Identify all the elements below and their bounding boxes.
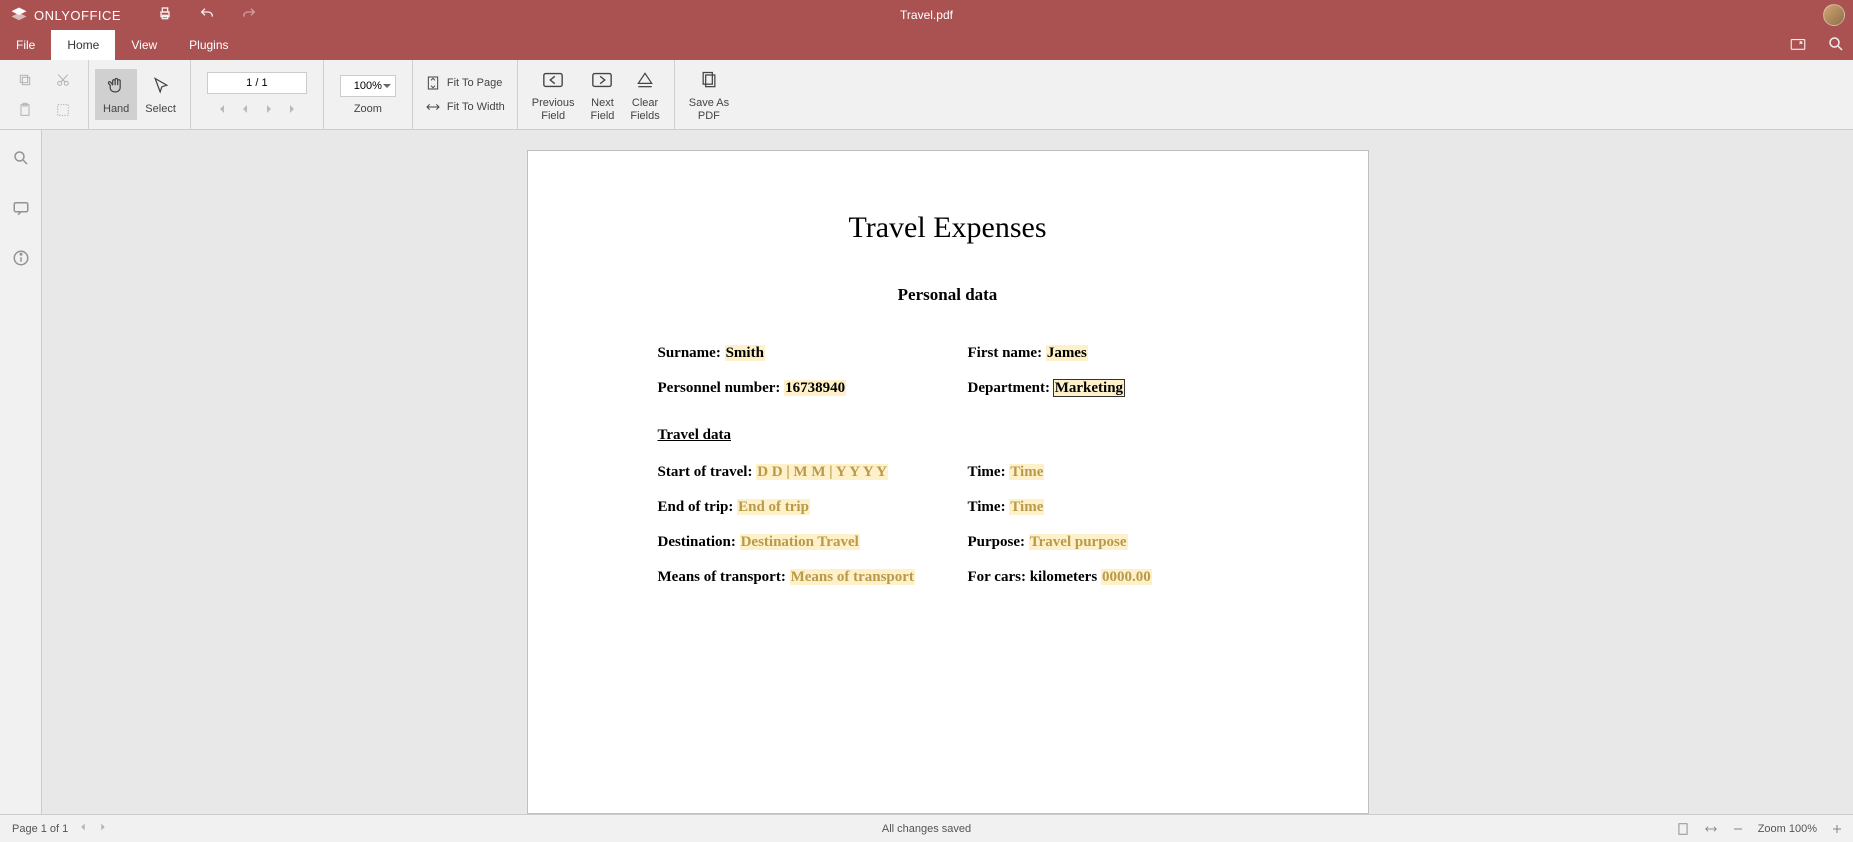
- status-page: Page 1 of 1: [12, 823, 68, 835]
- left-rail: [0, 130, 42, 814]
- find-icon[interactable]: [7, 144, 35, 172]
- zoom-label: Zoom: [354, 103, 382, 115]
- user-avatar[interactable]: [1823, 4, 1845, 26]
- field-cars: For cars: kilometers 0000.00: [968, 569, 1238, 586]
- statusbar: Page 1 of 1 All changes saved Zoom 100%: [0, 814, 1853, 842]
- fit-to-width-button[interactable]: Fit To Width: [419, 95, 511, 119]
- page-number-input[interactable]: [207, 72, 307, 94]
- prev-page-icon[interactable]: [234, 100, 256, 118]
- value-time2[interactable]: Time: [1009, 499, 1044, 515]
- document-canvas[interactable]: Travel Expenses Personal data Surname: S…: [42, 130, 1853, 814]
- value-dest[interactable]: Destination Travel: [740, 534, 860, 550]
- select-tool[interactable]: Select: [137, 69, 184, 119]
- first-page-icon[interactable]: [210, 100, 232, 118]
- value-time1[interactable]: Time: [1009, 464, 1044, 480]
- comments-icon[interactable]: [7, 194, 35, 222]
- section-travel: Travel data: [658, 427, 1288, 444]
- value-purpose[interactable]: Travel purpose: [1029, 534, 1128, 550]
- select-all-icon[interactable]: [50, 97, 76, 123]
- previous-field-button[interactable]: Previous Field: [524, 63, 583, 125]
- redo-icon[interactable]: [241, 6, 257, 25]
- hand-tool[interactable]: Hand: [95, 69, 137, 119]
- print-icon[interactable]: [157, 6, 173, 25]
- fit-to-page-button[interactable]: Fit To Page: [419, 71, 511, 95]
- field-time1: Time: Time: [968, 464, 1238, 481]
- field-surname: Surname: Smith: [658, 345, 928, 362]
- info-icon[interactable]: [7, 244, 35, 272]
- menu-home[interactable]: Home: [51, 30, 115, 60]
- status-next-page-icon[interactable]: [98, 822, 108, 835]
- menu-plugins[interactable]: Plugins: [173, 30, 244, 60]
- zoom-in-icon[interactable]: [1831, 823, 1843, 835]
- value-end[interactable]: End of trip: [737, 499, 810, 515]
- toolbar: Hand Select 100% Zoom: [0, 60, 1853, 130]
- last-page-icon[interactable]: [282, 100, 304, 118]
- undo-icon[interactable]: [199, 6, 215, 25]
- search-icon[interactable]: [1827, 35, 1845, 56]
- clear-fields-button[interactable]: Clear Fields: [622, 63, 667, 125]
- fit-width-icon: [425, 99, 441, 115]
- field-time2: Time: Time: [968, 499, 1238, 516]
- next-field-button[interactable]: Next Field: [583, 63, 623, 125]
- fit-width-status-icon[interactable]: [1704, 822, 1718, 836]
- value-firstname[interactable]: James: [1046, 345, 1088, 361]
- save-as-pdf-button[interactable]: Save As PDF: [681, 63, 737, 125]
- field-start: Start of travel: D D | M M | Y Y Y Y: [658, 464, 928, 481]
- next-page-icon[interactable]: [258, 100, 280, 118]
- doc-title: Travel Expenses: [608, 211, 1288, 245]
- status-saved: All changes saved: [882, 823, 971, 835]
- onlyoffice-icon: [10, 6, 28, 24]
- brand-text: ONLYOFFICE: [34, 8, 121, 23]
- zoom-level: Zoom 100%: [1758, 823, 1817, 835]
- field-firstname: First name: James: [968, 345, 1238, 362]
- document-title: Travel.pdf: [900, 8, 953, 22]
- value-department[interactable]: Marketing: [1054, 380, 1124, 396]
- open-location-icon[interactable]: [1789, 35, 1807, 56]
- field-purpose: Purpose: Travel purpose: [968, 534, 1238, 551]
- value-cars[interactable]: 0000.00: [1101, 569, 1152, 585]
- field-means: Means of transport: Means of transport: [658, 569, 928, 586]
- titlebar: ONLYOFFICE Travel.pdf: [0, 0, 1853, 30]
- document-page: Travel Expenses Personal data Surname: S…: [527, 150, 1369, 814]
- value-start[interactable]: D D | M M | Y Y Y Y: [756, 464, 888, 480]
- status-prev-page-icon[interactable]: [78, 822, 88, 835]
- value-personnel[interactable]: 16738940: [784, 380, 846, 396]
- zoom-out-icon[interactable]: [1732, 823, 1744, 835]
- menu-file[interactable]: File: [0, 30, 51, 60]
- paste-icon[interactable]: [12, 97, 38, 123]
- field-dest: Destination: Destination Travel: [658, 534, 928, 551]
- copy-icon[interactable]: [12, 67, 38, 93]
- fit-page-status-icon[interactable]: [1676, 822, 1690, 836]
- app-logo: ONLYOFFICE: [0, 6, 121, 24]
- menubar: File Home View Plugins: [0, 30, 1853, 60]
- value-surname[interactable]: Smith: [725, 345, 765, 361]
- section-personal: Personal data: [608, 285, 1288, 305]
- field-department: Department: Marketing: [968, 380, 1238, 397]
- zoom-select[interactable]: 100%: [340, 75, 396, 97]
- value-means[interactable]: Means of transport: [790, 569, 915, 585]
- fit-page-icon: [425, 75, 441, 91]
- menu-view[interactable]: View: [115, 30, 173, 60]
- field-end: End of trip: End of trip: [658, 499, 928, 516]
- cut-icon[interactable]: [50, 67, 76, 93]
- field-personnel: Personnel number: 16738940: [658, 380, 928, 397]
